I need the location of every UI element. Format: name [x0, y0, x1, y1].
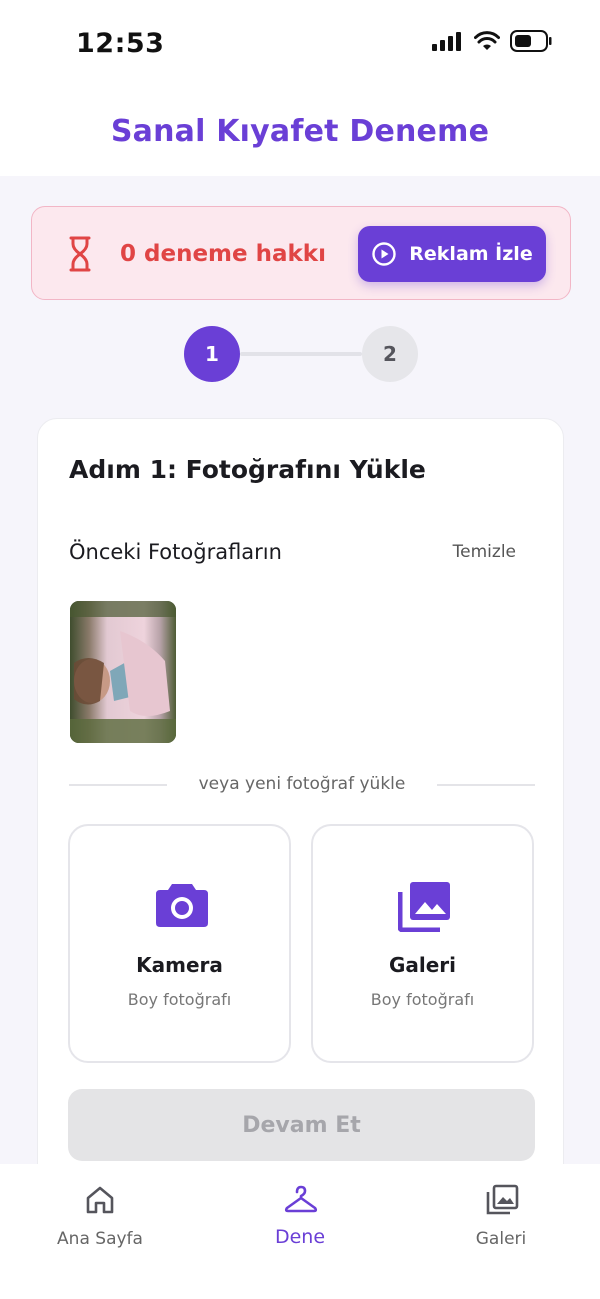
gallery-icon [486, 1184, 519, 1215]
status-icons [432, 30, 552, 52]
step-2-indicator: 2 [362, 326, 418, 382]
continue-button[interactable]: Devam Et [68, 1089, 535, 1161]
camera-upload-button[interactable]: Kamera Boy fotoğrafı [68, 824, 291, 1063]
nav-label-home: Ana Sayfa [57, 1229, 143, 1249]
camera-icon [156, 884, 208, 927]
gallery-upload-button[interactable]: Galeri Boy fotoğrafı [311, 824, 534, 1063]
gallery-icon [398, 882, 450, 932]
upload-card: Adım 1: Fotoğrafını Yükle Önceki Fotoğra… [37, 418, 564, 1218]
status-time: 12:53 [76, 28, 165, 59]
credits-banner: 0 deneme hakkı Reklam İzle [31, 206, 571, 300]
camera-sublabel: Boy fotoğrafı [127, 990, 232, 1009]
credits-count: 0 deneme hakkı [120, 241, 326, 267]
watch-ad-button[interactable]: Reklam İzle [358, 226, 546, 282]
nav-item-gallery[interactable]: Galeri [421, 1174, 581, 1254]
divider-line-right [437, 784, 535, 786]
previous-photo-thumbnail[interactable] [70, 601, 176, 743]
watch-ad-label: Reklam İzle [409, 243, 533, 265]
signal-icon [432, 32, 461, 51]
wifi-icon [474, 31, 500, 50]
status-bar: 12:53 [0, 0, 600, 90]
card-title: Adım 1: Fotoğrafını Yükle [69, 455, 426, 484]
nav-item-try[interactable]: Dene [220, 1174, 380, 1254]
home-icon [86, 1186, 114, 1214]
nav-label-gallery: Galeri [475, 1229, 527, 1249]
step-connector [240, 352, 362, 356]
hanger-icon [284, 1185, 318, 1213]
photo-content [70, 601, 176, 743]
upload-divider: veya yeni fotoğraf yükle [69, 773, 535, 797]
gallery-label: Galeri [388, 953, 457, 977]
gallery-sublabel: Boy fotoğrafı [370, 990, 475, 1009]
app-header: Sanal Kıyafet Deneme [0, 90, 600, 176]
step-1-indicator: 1 [184, 326, 240, 382]
page-title: Sanal Kıyafet Deneme [110, 114, 490, 149]
battery-icon [510, 30, 552, 52]
stepper: 1 2 [184, 326, 418, 382]
play-circle-icon [372, 242, 396, 266]
bottom-nav: Ana Sayfa Dene Galeri [0, 1164, 600, 1299]
nav-item-home[interactable]: Ana Sayfa [20, 1174, 180, 1254]
nav-label-try: Dene [274, 1226, 326, 1248]
hourglass-icon [69, 236, 91, 272]
camera-label: Kamera [136, 953, 223, 977]
previous-photos-title: Önceki Fotoğrafların [69, 540, 282, 564]
clear-button[interactable]: Temizle [453, 542, 516, 562]
